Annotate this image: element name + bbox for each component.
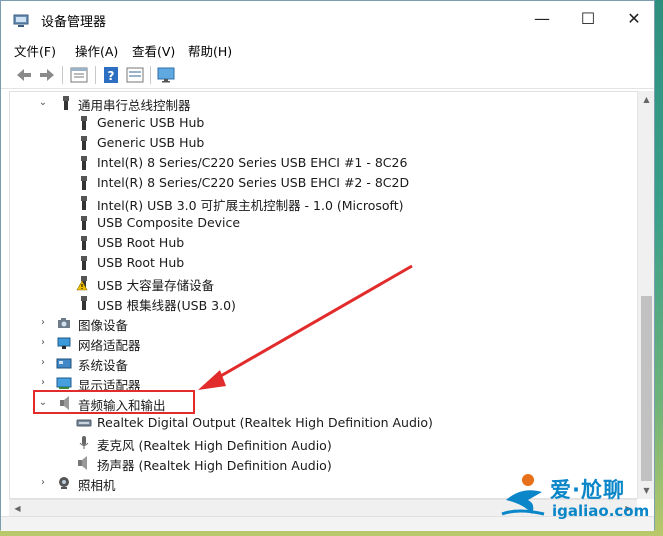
device-item[interactable]: USB Composite Device	[10, 213, 639, 233]
toolbar: ?	[1, 61, 654, 89]
watermark-text-en: igaliao.com	[552, 502, 650, 520]
camera-device-icon	[58, 318, 70, 328]
usb-plug-icon	[81, 216, 87, 230]
scrollbar-thumb[interactable]	[641, 296, 652, 481]
usb-plug-icon	[81, 236, 87, 250]
category-label: 照相机	[78, 478, 116, 493]
monitor-icon[interactable]	[156, 65, 176, 85]
device-label: USB 大容量存储设备	[97, 278, 215, 293]
digital-output-icon	[76, 419, 92, 427]
device-label: Realtek Digital Output (Realtek High Def…	[97, 415, 433, 430]
close-button[interactable]: ✕	[611, 1, 657, 37]
device-label: Intel(R) USB 3.0 可扩展主机控制器 - 1.0 (Microso…	[97, 198, 404, 213]
microphone-icon	[79, 436, 89, 449]
webcam-icon	[59, 477, 69, 489]
watermark-logo-icon	[501, 474, 545, 516]
chevron-down-icon[interactable]: ⌄	[37, 96, 49, 110]
chevron-right-icon[interactable]: ›	[37, 376, 49, 390]
device-item[interactable]: 麦克风 (Realtek High Definition Audio)	[10, 433, 639, 453]
category-label: 图像设备	[78, 318, 129, 333]
usb-plug-icon	[81, 196, 87, 210]
device-item[interactable]: Intel(R) 8 Series/C220 Series USB EHCI #…	[10, 153, 639, 173]
back-arrow-icon[interactable]	[14, 65, 34, 85]
device-item[interactable]: USB Root Hub	[10, 233, 639, 253]
device-label: 扬声器 (Realtek High Definition Audio)	[97, 458, 332, 473]
chevron-right-icon[interactable]: ›	[37, 316, 49, 330]
device-item[interactable]: USB 根集线器(USB 3.0)	[10, 293, 639, 313]
watermark: 爱·尬聊 igaliao.com	[498, 468, 658, 528]
device-label: USB Root Hub	[97, 235, 185, 250]
device-item[interactable]: Realtek Digital Output (Realtek High Def…	[10, 413, 639, 433]
window-title: 设备管理器	[41, 15, 107, 30]
category-label: 网络适配器	[78, 338, 141, 353]
device-item[interactable]: USB Root Hub	[10, 253, 639, 273]
warning-usb-icon	[76, 276, 88, 291]
scroll-up-icon[interactable]: ▲	[638, 91, 655, 108]
menu-view[interactable]: 查看(V)	[132, 41, 175, 60]
device-tree: ⌄ 通用串行总线控制器 Generic USB Hub Generic USB …	[9, 91, 639, 499]
properties-icon[interactable]	[69, 65, 89, 85]
annotation-highlight-box	[33, 390, 195, 414]
chevron-right-icon[interactable]: ›	[37, 356, 49, 370]
usb-plug-icon	[81, 156, 87, 170]
device-item[interactable]: Generic USB Hub	[10, 113, 639, 133]
device-label: USB 根集线器(USB 3.0)	[97, 298, 236, 313]
chevron-right-icon[interactable]: ›	[37, 336, 49, 350]
device-label: Generic USB Hub	[97, 115, 205, 130]
chevron-right-icon[interactable]: ›	[37, 476, 49, 490]
device-item[interactable]: USB 大容量存储设备	[10, 273, 639, 293]
category-usb-controllers[interactable]: ⌄ 通用串行总线控制器	[10, 93, 639, 113]
category-imaging[interactable]: › 图像设备	[10, 313, 639, 333]
usb-plug-icon	[81, 256, 87, 270]
usb-plug-icon	[81, 296, 87, 310]
device-label: 麦克风 (Realtek High Definition Audio)	[97, 438, 332, 453]
title-bar: 设备管理器 — ☐ ✕	[1, 1, 654, 37]
scroll-left-icon[interactable]: ◀	[9, 500, 26, 517]
device-item[interactable]: Generic USB Hub	[10, 133, 639, 153]
usb-plug-icon	[63, 96, 69, 110]
menu-file[interactable]: 文件(F)	[14, 41, 56, 60]
menu-bar: 文件(F) 操作(A) 查看(V) 帮助(H)	[1, 37, 654, 61]
usb-plug-icon	[81, 136, 87, 150]
device-manager-window: 设备管理器 — ☐ ✕ 文件(F) 操作(A) 查看(V) 帮助(H) ? ⌄ …	[0, 0, 655, 531]
forward-arrow-icon[interactable]	[37, 65, 57, 85]
device-manager-app-icon	[13, 14, 29, 27]
help-icon[interactable]: ?	[101, 65, 121, 85]
device-item[interactable]: Intel(R) USB 3.0 可扩展主机控制器 - 1.0 (Microso…	[10, 193, 639, 213]
device-label: USB Composite Device	[97, 215, 241, 230]
device-label: USB Root Hub	[97, 255, 185, 270]
list-view-icon[interactable]	[125, 65, 145, 85]
category-network[interactable]: › 网络适配器	[10, 333, 639, 353]
device-label: Generic USB Hub	[97, 135, 205, 150]
device-label: Intel(R) 8 Series/C220 Series USB EHCI #…	[97, 155, 408, 170]
minimize-button[interactable]: —	[519, 1, 565, 37]
watermark-text-cn: 爱·尬聊	[550, 478, 625, 502]
category-system[interactable]: › 系统设备	[10, 353, 639, 373]
maximize-button[interactable]: ☐	[565, 1, 611, 37]
menu-action[interactable]: 操作(A)	[75, 41, 118, 60]
usb-plug-icon	[81, 176, 87, 190]
display-adapter-icon	[56, 377, 72, 389]
category-label: 通用串行总线控制器	[78, 98, 191, 113]
vertical-scrollbar[interactable]: ▲ ▼	[637, 91, 654, 499]
system-device-icon	[56, 358, 72, 369]
category-label: 系统设备	[78, 358, 129, 373]
usb-plug-icon	[81, 116, 87, 130]
device-item[interactable]: Intel(R) 8 Series/C220 Series USB EHCI #…	[10, 173, 639, 193]
device-label: Intel(R) 8 Series/C220 Series USB EHCI #…	[97, 175, 410, 190]
speaker-icon	[78, 456, 87, 470]
svg-text:?: ?	[108, 69, 115, 83]
network-adapter-icon	[57, 337, 71, 349]
menu-help[interactable]: 帮助(H)	[188, 41, 232, 60]
